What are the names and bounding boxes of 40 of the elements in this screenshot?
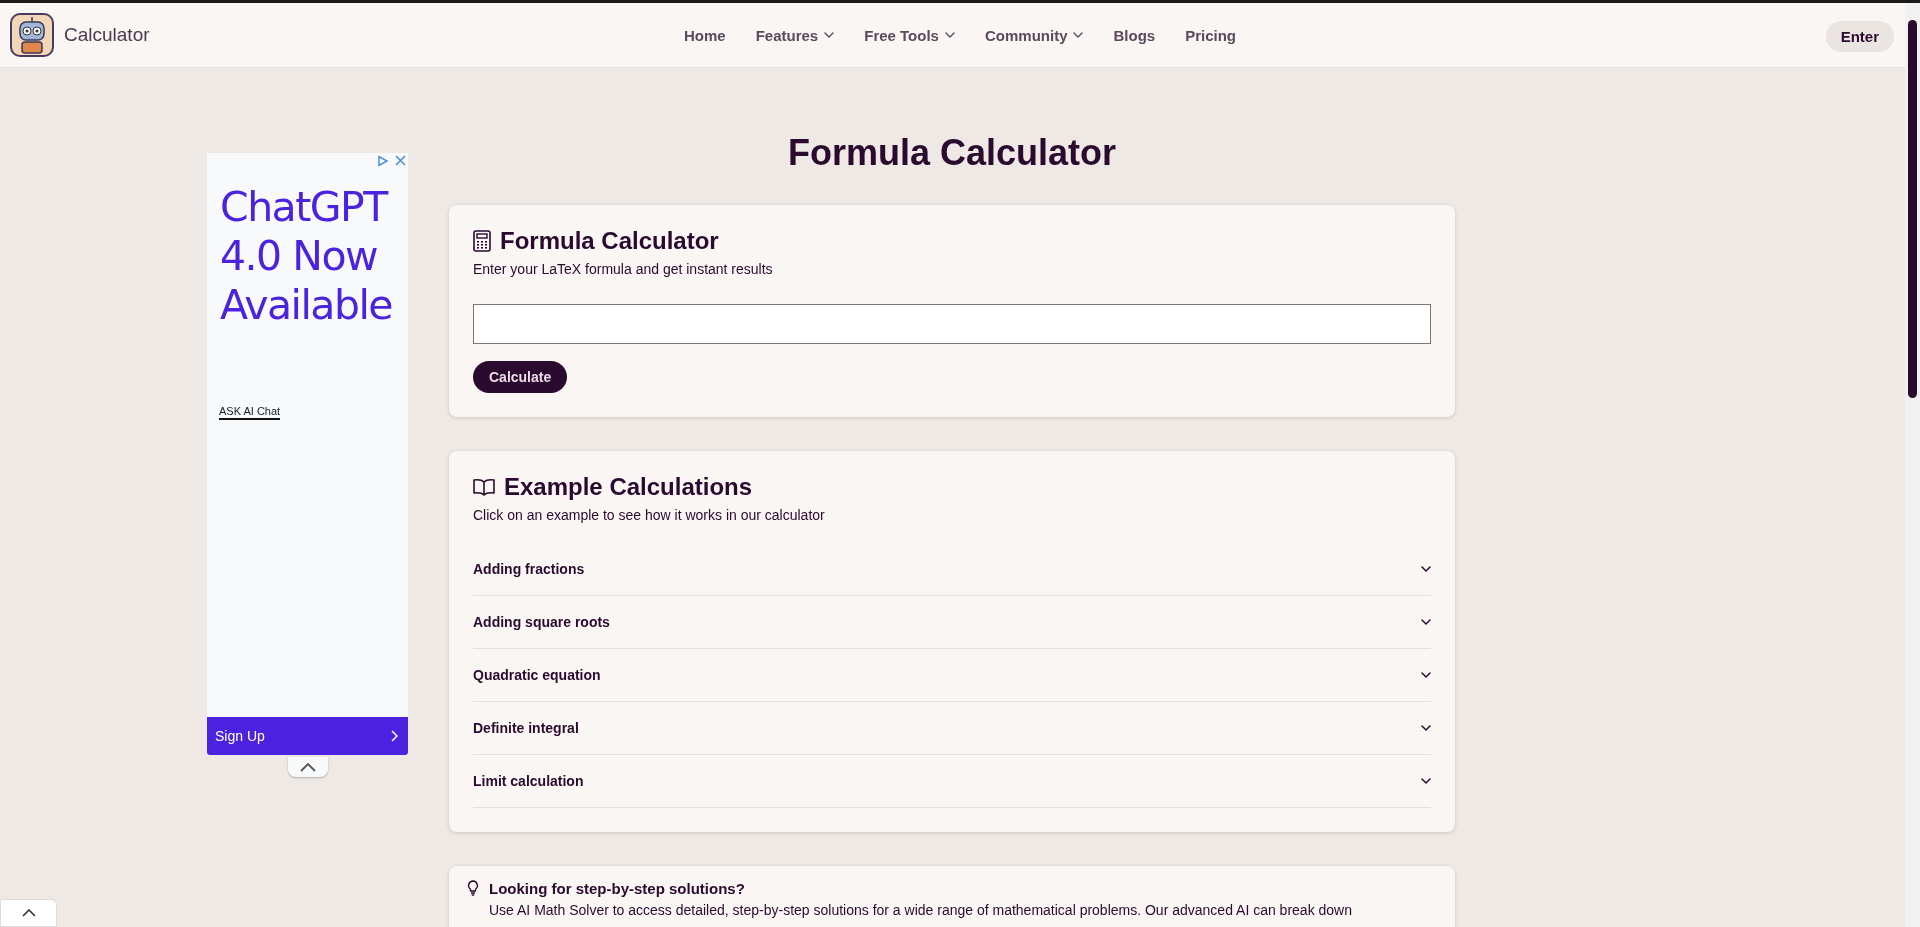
card-title: Formula Calculator	[500, 227, 719, 255]
collapse-ad-tab[interactable]	[287, 757, 328, 777]
ad-headline: ChatGPT 4.0 Now Available	[220, 183, 394, 330]
example-accordion-item[interactable]: Quadratic equation	[473, 649, 1431, 702]
calculator-icon	[473, 230, 491, 252]
chevron-right-icon	[391, 730, 398, 742]
example-accordion-item[interactable]: Adding square roots	[473, 596, 1431, 649]
ad-choices-icon[interactable]	[377, 155, 389, 167]
card-title: Example Calculations	[504, 473, 753, 501]
chevron-down-icon	[824, 32, 835, 38]
lightbulb-icon	[467, 880, 479, 896]
tip-title: Looking for step-by-step solutions?	[489, 880, 746, 897]
caret-up-icon	[299, 762, 316, 772]
nav-link[interactable]: Community	[984, 22, 1084, 48]
nav-link[interactable]: Blogs	[1113, 22, 1156, 48]
enter-button[interactable]: Enter	[1825, 21, 1894, 52]
nav-link[interactable]: Free Tools	[864, 22, 955, 48]
chevron-down-icon	[1073, 32, 1084, 38]
page-title: Formula Calculator	[786, 131, 1118, 175]
card-subtitle: Click on an example to see how it works in our calculator	[473, 507, 826, 523]
card-subtitle: Enter your LaTeX formula and get instant results	[473, 261, 774, 277]
sign-up-button[interactable]: Sign Up	[207, 717, 408, 755]
example-accordion-item[interactable]: Adding fractions	[473, 543, 1431, 596]
close-icon[interactable]	[395, 155, 406, 166]
book-icon	[473, 478, 495, 496]
example-accordion-item[interactable]: Definite integral	[473, 702, 1431, 755]
tip-text: Use AI Math Solver to access detailed, step-by-step solutions for a wide range of mathematical problems. Our advanced AI can break down	[489, 902, 1352, 918]
caret-up-icon	[21, 909, 36, 917]
scroll-to-top-button[interactable]	[0, 899, 57, 927]
brand-name[interactable]: Calculator	[64, 24, 150, 46]
robot-logo-icon[interactable]	[10, 13, 54, 57]
calculate-button[interactable]: Calculate	[473, 361, 568, 393]
nav-link[interactable]: Features	[755, 22, 835, 48]
chevron-down-icon	[944, 32, 955, 38]
example-accordion-item[interactable]: Limit calculation	[473, 755, 1431, 808]
nav-link[interactable]: Home	[684, 22, 726, 48]
formula-input-field[interactable]	[473, 304, 1431, 344]
ad-link[interactable]: ASK AI Chat	[219, 405, 281, 420]
nav-link[interactable]: Pricing	[1185, 22, 1236, 48]
scrollbar-thumb[interactable]	[1908, 20, 1917, 398]
